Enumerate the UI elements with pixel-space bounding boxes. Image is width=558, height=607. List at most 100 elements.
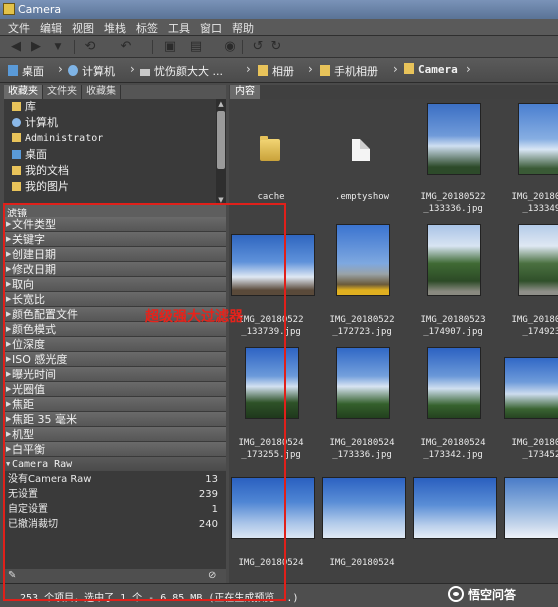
toolbar-divider [152, 40, 153, 54]
boomerang-icon[interactable]: ↶ [118, 39, 134, 55]
chevron-right-icon[interactable]: › [246, 62, 251, 76]
chevron-right-icon[interactable]: › [308, 62, 313, 76]
back-icon[interactable]: ◀ [8, 39, 24, 55]
file-name-suffix: _133349. [522, 204, 558, 214]
tab-folders[interactable]: 文件夹 [43, 85, 82, 99]
refine-icon[interactable]: ▤ [188, 39, 204, 55]
favorite-item-library[interactable]: 库 [4, 99, 216, 115]
file-name: cache [257, 192, 285, 202]
folder-icon [258, 65, 268, 76]
chevron-right-icon[interactable]: › [130, 62, 135, 76]
document-icon [352, 139, 370, 161]
file-name-suffix: _133336.jpg [423, 204, 483, 214]
menu-window[interactable]: 窗口 [196, 19, 228, 35]
tab-content[interactable]: 内容 [230, 85, 260, 99]
open-in-camera-raw-icon[interactable]: ◉ [222, 39, 238, 55]
favorite-item-administrator[interactable]: Administrator [4, 131, 216, 147]
drive-icon [140, 69, 150, 76]
recent-folder-icon[interactable]: ⟲ [82, 39, 98, 55]
desktop-icon [8, 65, 18, 76]
favorites-list: 库 计算机 Administrator 桌面 我的文档 我的图片 [4, 99, 216, 205]
menu-file[interactable]: 文件 [4, 19, 36, 35]
folder-icon [260, 136, 280, 161]
favorite-item-computer[interactable]: 计算机 [4, 115, 216, 131]
thumbnail-cache[interactable]: cache [229, 99, 313, 215]
photo-thumbnail [427, 347, 481, 419]
file-name: IMG_20180524 [420, 438, 486, 448]
thumbnail-photo[interactable]: IMG_20180523 _174907.jpg [411, 220, 495, 337]
thumbnail-frame [320, 99, 404, 185]
thumbnail-photo[interactable] [411, 477, 497, 583]
computer-icon [68, 65, 78, 76]
watermark: 悟空问答 [448, 584, 516, 604]
menu-view[interactable]: 视图 [68, 19, 100, 35]
file-name: IMG_20180523 [511, 315, 558, 325]
favorite-item-desktop[interactable]: 桌面 [4, 147, 216, 163]
thumbnail-photo[interactable]: IMG_20180524 _173452. [502, 343, 558, 460]
file-name: .emptyshow [334, 192, 390, 202]
documents-icon [12, 166, 21, 175]
thumbnail-photo[interactable]: IMG_20180522 _133349. [502, 99, 558, 215]
left-panel-tabs: 收藏夹 文件夹 收藏集 [4, 85, 226, 99]
thumbnail-emptyshow[interactable]: .emptyshow [320, 99, 404, 215]
photo-thumbnail [322, 477, 406, 539]
app-icon [3, 3, 15, 15]
folder-icon [320, 65, 330, 76]
photo-thumbnail [336, 224, 390, 296]
photo-thumbnail [413, 477, 497, 539]
menu-edit[interactable]: 编辑 [36, 19, 68, 35]
chevron-right-icon[interactable]: › [58, 62, 63, 76]
favorite-item-documents[interactable]: 我的文档 [4, 163, 216, 179]
breadcrumb-phone-album[interactable]: 手机相册 [320, 63, 378, 79]
menu-stack[interactable]: 堆栈 [100, 19, 132, 35]
rotate-left-icon[interactable]: ↺ [250, 39, 266, 55]
scrollbar-thumb[interactable] [217, 111, 225, 169]
photo-thumbnail [427, 103, 481, 175]
thumbnail-photo[interactable]: IMG_20180524 _173336.jpg [320, 343, 404, 460]
window-title: Camera [18, 3, 62, 16]
thumbnail-photo[interactable]: IMG_20180524 [320, 477, 406, 583]
annotation-label: 超级强大过滤器 [145, 309, 243, 325]
file-name: IMG_20180524 [329, 558, 395, 568]
thumbnail-frame [229, 99, 313, 185]
file-name: IMG_20180522 [329, 315, 395, 325]
chevron-right-icon[interactable]: › [393, 62, 398, 76]
menu-tools[interactable]: 工具 [164, 19, 196, 35]
thumbnail-photo[interactable]: IMG_20180522 _172723.jpg [320, 220, 404, 337]
rotate-right-icon[interactable]: ↻ [268, 39, 284, 55]
photo-thumbnail [504, 357, 558, 419]
favorite-item-pictures[interactable]: 我的图片 [4, 179, 216, 195]
thumbnail-photo[interactable]: IMG_20180523 _174923. [502, 220, 558, 337]
photo-thumbnail [518, 103, 558, 175]
chevron-down-icon[interactable]: ▼ [50, 39, 66, 55]
photo-thumbnail [336, 347, 390, 419]
menu-help[interactable]: 帮助 [228, 19, 260, 35]
photo-thumbnail [504, 477, 558, 539]
breadcrumb-album[interactable]: 相册 [258, 63, 294, 79]
folder-icon [12, 102, 21, 111]
toolbar-divider [242, 40, 243, 54]
thumbnail-photo[interactable]: IMG_20180524 _173342.jpg [411, 343, 495, 460]
breadcrumb-computer[interactable]: 计算机 [68, 63, 115, 79]
toolbar: ◀ ▶ ▼ ⟲ ↶ ▣ ▤ ◉ ↺ ↻ [0, 36, 558, 58]
thumbnail-photo[interactable] [502, 477, 558, 583]
breadcrumb-desktop[interactable]: 桌面 [8, 63, 44, 79]
photo-thumbnail [518, 224, 558, 296]
camera-icon[interactable]: ▣ [162, 39, 178, 55]
menu-label[interactable]: 标签 [132, 19, 164, 35]
file-name-suffix: _174907.jpg [423, 327, 483, 337]
chevron-right-icon[interactable]: › [466, 62, 471, 76]
favorites-scrollbar[interactable]: ▲ ▼ [216, 99, 226, 205]
breadcrumb-drive[interactable]: 忧伤颜大大 ... [140, 63, 223, 79]
file-name: IMG_20180522 [511, 192, 558, 202]
breadcrumb-camera[interactable]: Camera [404, 63, 458, 76]
thumbnail-photo[interactable]: IMG_20180522 _133336.jpg [411, 99, 495, 215]
desktop-icon [12, 150, 21, 159]
tab-favorites[interactable]: 收藏夹 [4, 85, 43, 99]
file-name: IMG_20180524 [511, 438, 558, 448]
folder-icon [404, 63, 414, 74]
forward-icon[interactable]: ▶ [28, 39, 44, 55]
scroll-up-icon[interactable]: ▲ [216, 99, 226, 109]
tab-collections[interactable]: 收藏集 [82, 85, 121, 99]
file-name: IMG_20180523 [420, 315, 486, 325]
